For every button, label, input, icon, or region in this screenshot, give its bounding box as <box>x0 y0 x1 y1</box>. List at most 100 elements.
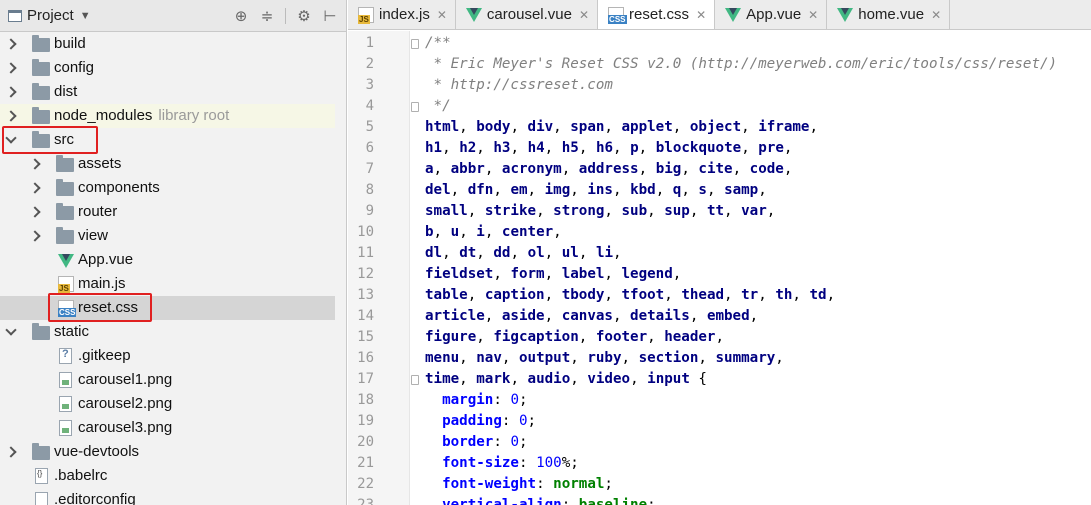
tree-item-label: static <box>54 323 89 340</box>
tab-label: reset.css <box>629 6 690 23</box>
code-token: h5 <box>561 140 579 156</box>
code-token: h3 <box>493 140 511 156</box>
config-file-icon <box>35 468 48 484</box>
tree-row[interactable]: router <box>0 200 335 224</box>
tree-row[interactable]: .gitkeep <box>0 344 335 368</box>
code-token: , <box>467 287 485 303</box>
line-number: 19 <box>357 413 374 429</box>
tree-row[interactable]: assets <box>0 152 335 176</box>
code-token: h1 <box>425 140 443 156</box>
tree-item-label: build <box>54 35 86 52</box>
code-token: , <box>775 350 784 366</box>
tab-carousel-vue[interactable]: carousel.vue ✕ <box>456 0 599 29</box>
line-number: 6 <box>365 140 374 156</box>
chevron-right-icon[interactable] <box>30 159 40 169</box>
code-token: , <box>484 161 502 177</box>
editor: JS index.js ✕ carousel.vue ✕ CSS reset.css ✕ App… <box>348 0 1091 505</box>
code-token: , <box>604 203 622 219</box>
project-title[interactable]: Project <box>27 7 74 24</box>
code-line: vertical-align: baseline; <box>425 495 656 505</box>
tree-row[interactable]: node_modules library root <box>0 104 335 128</box>
code-token: , <box>672 119 690 135</box>
fold-icon[interactable] <box>411 39 419 49</box>
tree-row[interactable]: carousel1.png <box>0 368 335 392</box>
code-token: u <box>450 224 460 240</box>
chevron-right-icon[interactable] <box>6 87 16 97</box>
code-token: , <box>544 287 562 303</box>
close-icon[interactable]: ✕ <box>437 8 447 22</box>
collapse-all-icon[interactable]: ≑ <box>257 6 277 26</box>
tree-row[interactable]: dist <box>0 80 335 104</box>
code-area[interactable]: /** * Eric Meyer's Reset CSS v2.0 (http:… <box>425 31 1091 505</box>
tree-row[interactable]: .editorconfig <box>0 488 335 505</box>
close-icon[interactable]: ✕ <box>931 8 941 22</box>
code-token: , <box>578 140 596 156</box>
code-token: li <box>595 245 614 261</box>
code-token: , <box>578 329 596 345</box>
image-file-icon <box>59 420 72 436</box>
code-token: , <box>544 245 562 261</box>
tree-row[interactable]: view <box>0 224 335 248</box>
tree-item-name: carousel2.png <box>78 395 173 412</box>
tab-label: App.vue <box>746 6 802 23</box>
tab-App-vue[interactable]: App.vue ✕ <box>715 0 828 29</box>
tree-row[interactable]: vue-devtools <box>0 440 335 464</box>
chevron-right-icon[interactable] <box>30 231 40 241</box>
tab-home-vue[interactable]: home.vue ✕ <box>827 0 951 29</box>
line-number: 5 <box>365 119 374 135</box>
tree-row[interactable]: carousel2.png <box>0 392 335 416</box>
code-token: , <box>732 161 750 177</box>
tree-row[interactable]: .babelrc <box>0 464 335 488</box>
chevron-right-icon[interactable] <box>6 111 16 121</box>
fold-icon[interactable] <box>411 102 419 112</box>
code-token: * Eric Meyer's Reset CSS v2.0 (http://me… <box>425 56 1058 72</box>
code-line: padding: 0; <box>425 411 536 432</box>
code-token: tbody <box>561 287 605 303</box>
chevron-right-icon[interactable] <box>6 39 16 49</box>
code-token: padding <box>442 413 502 429</box>
gear-icon[interactable]: ⚙ <box>294 6 314 26</box>
code-token: , <box>459 350 477 366</box>
chevron-down-icon[interactable] <box>6 327 16 337</box>
tree-scrollbar[interactable] <box>335 32 346 505</box>
chevron-down-icon[interactable]: ▼ <box>80 10 91 22</box>
close-icon[interactable]: ✕ <box>579 8 589 22</box>
tree-row[interactable]: build <box>0 32 335 56</box>
tab-index-js[interactable]: JS index.js ✕ <box>348 0 456 29</box>
code-token: td <box>809 287 827 303</box>
tree-row[interactable]: App.vue <box>0 248 335 272</box>
tree-item-label: config <box>54 59 94 76</box>
vue-logo-icon <box>837 7 854 22</box>
chevron-right-icon[interactable] <box>30 207 40 217</box>
tree-row[interactable]: components <box>0 176 335 200</box>
chevron-right-icon[interactable] <box>30 183 40 193</box>
code-token: , <box>536 203 554 219</box>
vue-file-icon <box>58 254 74 268</box>
chevron-right-icon[interactable] <box>6 447 16 457</box>
code-token: , <box>527 182 545 198</box>
code-line: table, caption, tbody, tfoot, thead, tr,… <box>425 285 835 306</box>
tree-row[interactable]: carousel3.png <box>0 416 335 440</box>
close-icon[interactable]: ✕ <box>808 8 818 22</box>
project-panel: Project ▼ ⊕ ≑ ⚙ ⊢ build config dist node_mo… <box>0 0 347 505</box>
code-token: 100 <box>536 455 562 471</box>
line-number-gutter: 1 2 3 4 5 6 7 8 9 10 11 12 13 14 15 16 17 18 19 20 21 22 23 <box>348 31 419 505</box>
annotation-box-src <box>2 126 98 154</box>
code-token: , <box>544 266 562 282</box>
code-token: pre <box>758 140 784 156</box>
locate-icon[interactable]: ⊕ <box>231 6 251 26</box>
code-token: , <box>476 245 494 261</box>
tab-reset-css[interactable]: CSS reset.css ✕ <box>598 0 716 29</box>
code-token: thead <box>681 287 725 303</box>
code-token: : <box>493 392 511 408</box>
hide-panel-icon[interactable]: ⊢ <box>320 6 340 26</box>
code-token: cite <box>698 161 733 177</box>
close-icon[interactable]: ✕ <box>696 8 706 22</box>
line-number: 17 <box>357 371 374 387</box>
fold-icon[interactable] <box>411 375 419 385</box>
tree-row[interactable]: config <box>0 56 335 80</box>
tree-row[interactable]: static <box>0 320 335 344</box>
chevron-right-icon[interactable] <box>6 63 16 73</box>
tree-item-name: .babelrc <box>54 467 108 484</box>
code-token: , <box>570 182 588 198</box>
